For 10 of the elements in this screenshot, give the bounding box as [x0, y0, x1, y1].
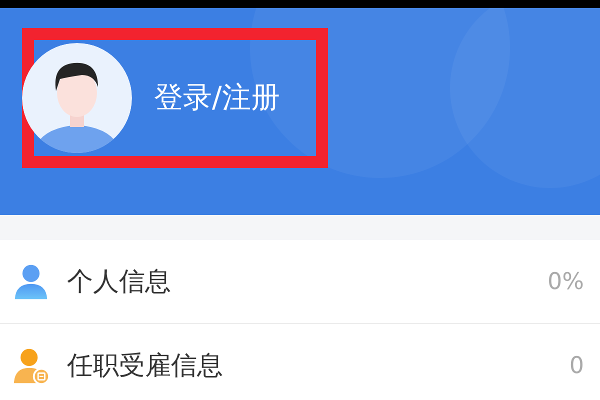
completion-value: 0	[569, 352, 584, 378]
completion-value: 0%	[548, 268, 584, 294]
person-badge-icon	[12, 346, 50, 384]
login-link[interactable]: 登录/注册	[154, 78, 280, 118]
menu-label: 个人信息	[67, 266, 172, 299]
menu-item[interactable]: 个人信息 0%	[0, 240, 600, 323]
avatar-icon	[22, 42, 132, 152]
menu-item[interactable]: 任职受雇信息 0	[0, 323, 600, 400]
person-icon	[12, 262, 50, 300]
menu-label: 任职受雇信息	[67, 350, 224, 383]
